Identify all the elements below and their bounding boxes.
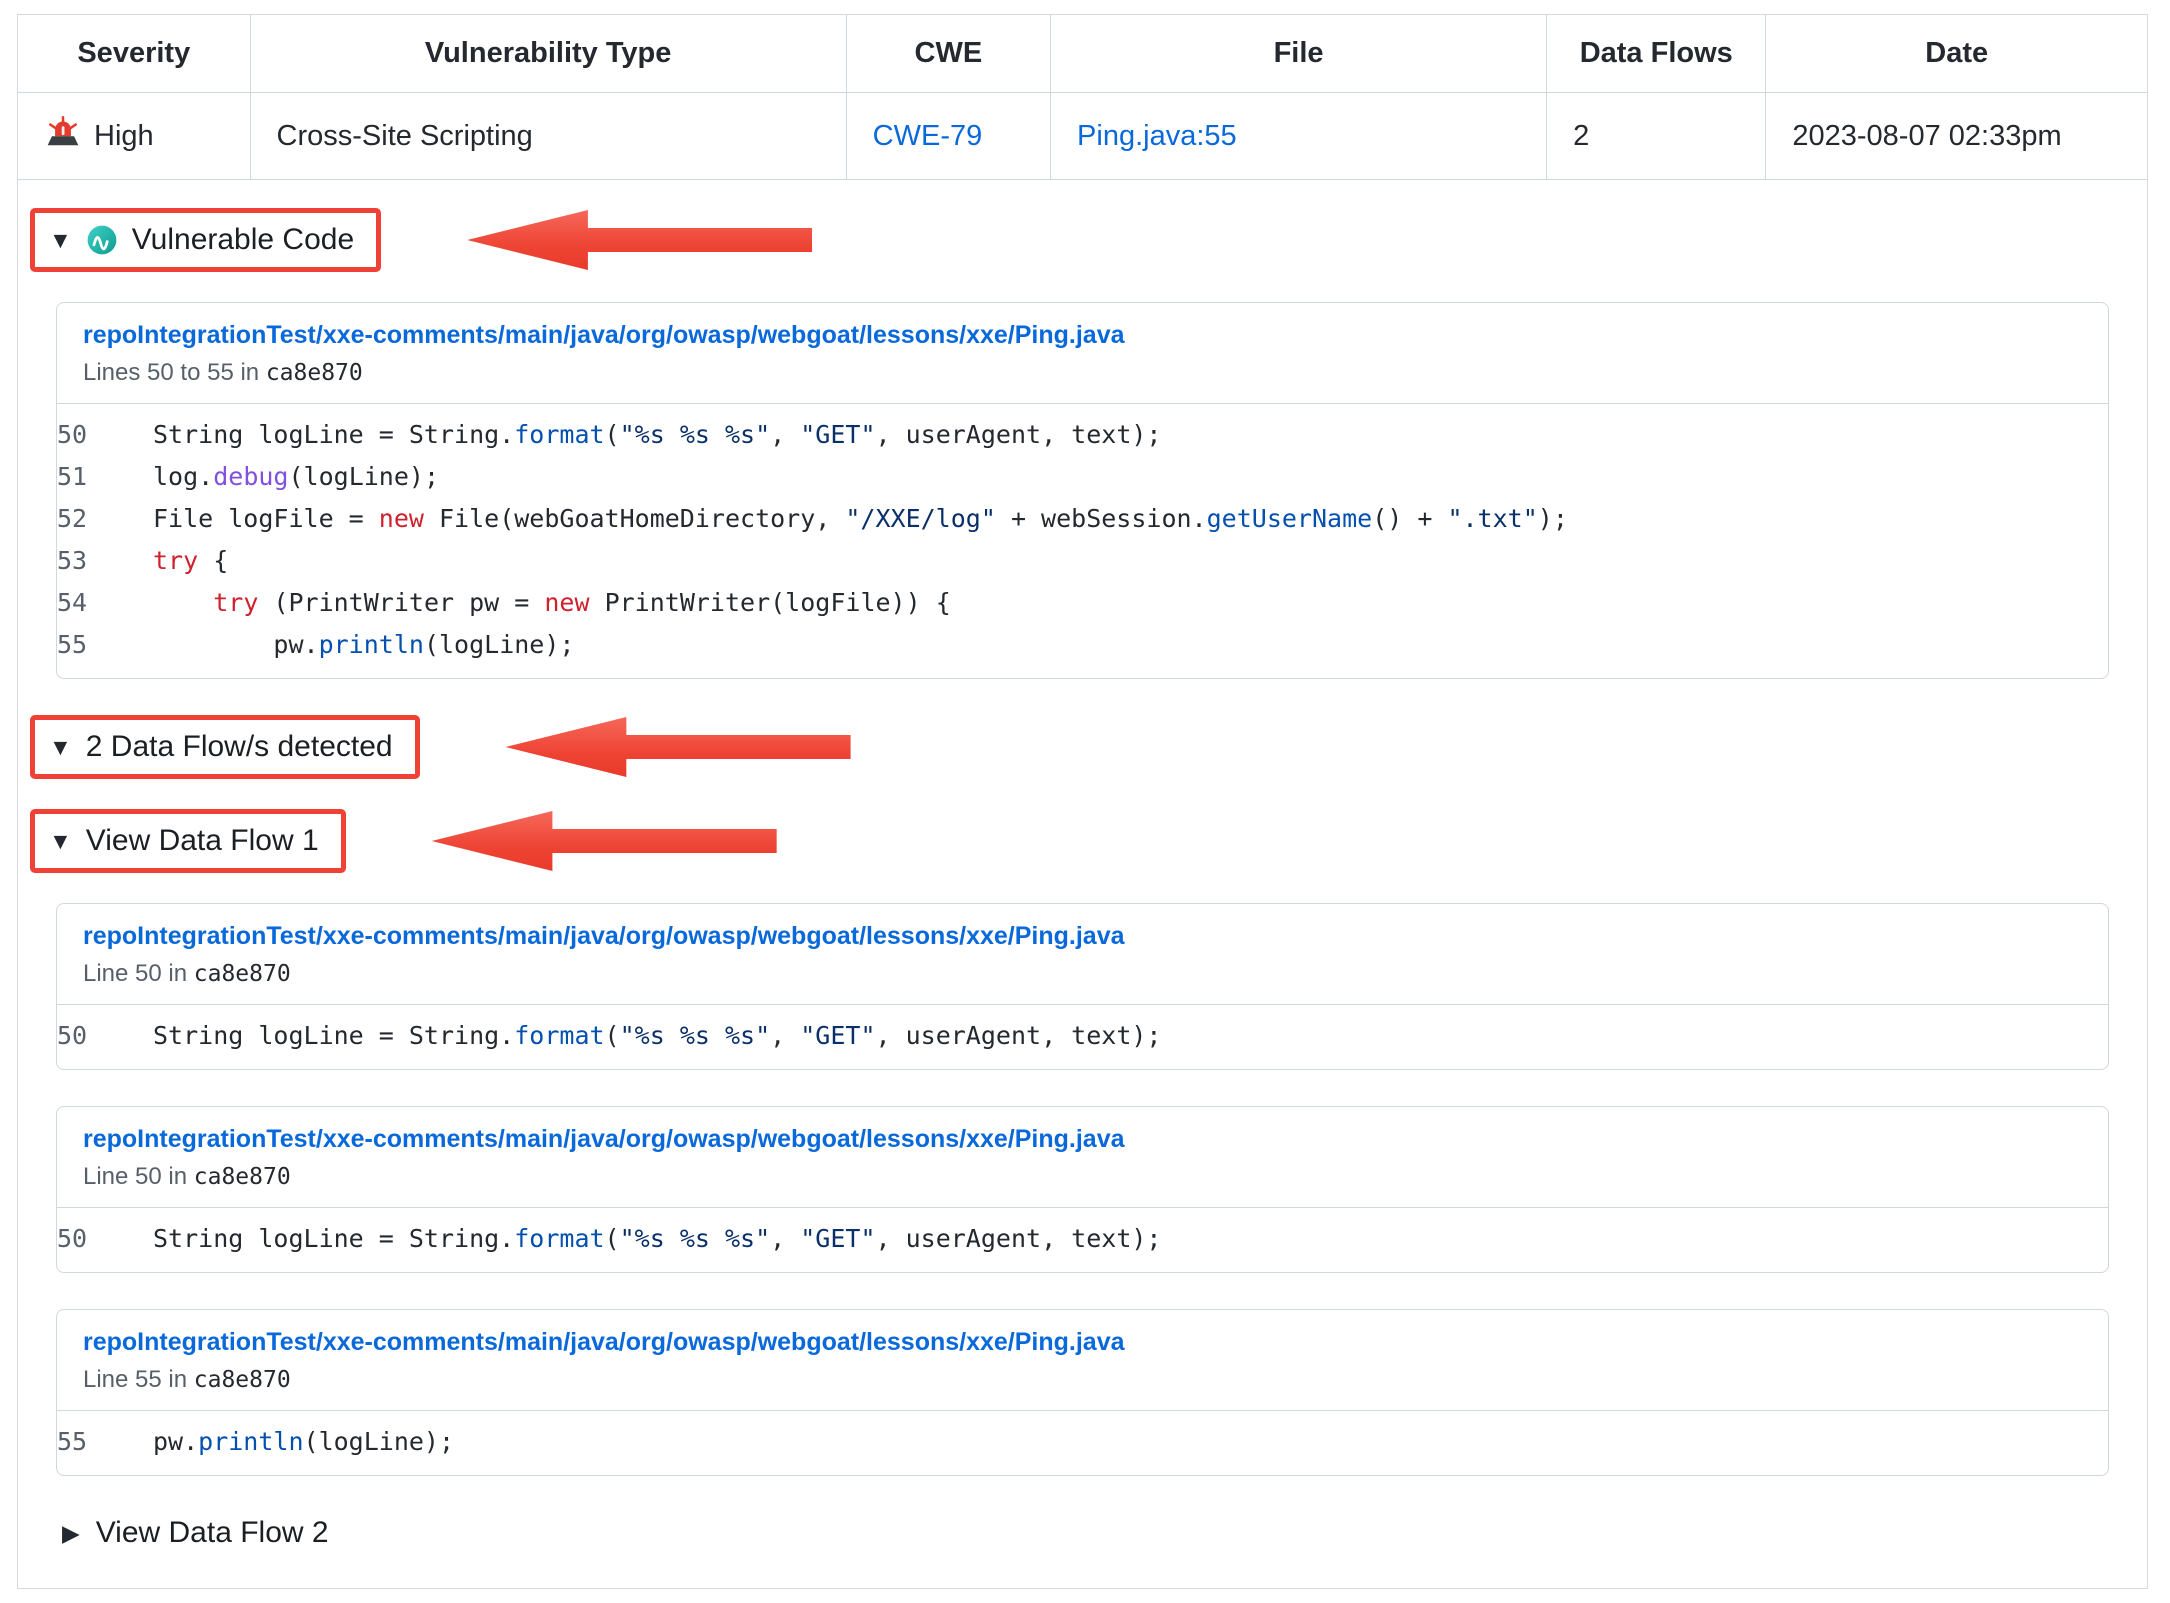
data-flow-step-panel-host: repoIntegrationTest/xxe-comments/main/ja… (56, 1106, 2109, 1273)
column-header-severity: Severity (18, 15, 250, 93)
vulnerability-type-cell: Cross-Site Scripting (250, 93, 846, 180)
file-location-link[interactable]: Ping.java:55 (1077, 120, 1237, 152)
vulnerable-code-section: ▼ Vulnerab (56, 208, 2109, 679)
code-line: File logFile = new File(webGoatHomeDirec… (153, 498, 2108, 540)
view-data-flow-2-toggle[interactable]: ▶ View Data Flow 2 (62, 1516, 2109, 1550)
date-cell: 2023-08-07 02:33pm (1766, 93, 2147, 180)
line-range-label: Lines 50 to 55 in ca8e870 (83, 359, 2082, 387)
vulnerability-report-card: Severity Vulnerability Type CWE File Dat… (17, 14, 2148, 1589)
file-path-link[interactable]: repoIntegrationTest/xxe-comments/main/ja… (83, 922, 1125, 951)
triangle-down-icon: ▼ (49, 830, 72, 853)
view-data-flow-1-label: View Data Flow 1 (86, 824, 319, 858)
snippet-header: repoIntegrationTest/xxe-comments/main/ja… (57, 1107, 2108, 1208)
code-line-row: 50String logLine = String.format("%s %s … (57, 1015, 2108, 1057)
annotation-box: ▼ Vulnerab (30, 208, 381, 272)
severity-value: High (94, 120, 154, 153)
view-data-flow-2-label: View Data Flow 2 (96, 1516, 329, 1550)
severity-cell: High (18, 93, 250, 180)
column-header-file: File (1051, 15, 1547, 93)
file-path-link[interactable]: repoIntegrationTest/xxe-comments/main/ja… (83, 1125, 1125, 1154)
code-line-row: 50String logLine = String.format("%s %s … (57, 414, 2108, 456)
triangle-down-icon: ▼ (49, 736, 72, 759)
line-range-label: Line 50 in ca8e870 (83, 960, 2082, 988)
code-line: log.debug(logLine); (153, 456, 2108, 498)
code-line-row: 51log.debug(logLine); (57, 456, 2108, 498)
code-line: String logLine = String.format("%s %s %s… (153, 1015, 2108, 1057)
triangle-right-icon: ▶ (62, 1522, 80, 1545)
code-line-row: 53try { (57, 540, 2108, 582)
line-number: 50 (57, 414, 153, 456)
commit-hash: ca8e870 (266, 360, 363, 386)
line-number: 54 (57, 582, 153, 624)
line-number: 50 (57, 1218, 153, 1260)
column-header-date: Date (1766, 15, 2147, 93)
annotation-arrow (432, 811, 777, 871)
table-row: High Cross-Site Scripting CWE-79 Ping.ja… (18, 93, 2147, 180)
vulnerable-code-panel-host: repoIntegrationTest/xxe-comments/main/ja… (56, 302, 2109, 679)
code-line: try (PrintWriter pw = new PrintWriter(lo… (153, 582, 2108, 624)
report-body: ▼ Vulnerab (18, 208, 2147, 1588)
rotating-light-icon (44, 113, 82, 159)
snippet-header: repoIntegrationTest/xxe-comments/main/ja… (57, 904, 2108, 1005)
vulnerable-code-label: Vulnerable Code (132, 223, 354, 257)
code-snippet-panel: repoIntegrationTest/xxe-comments/main/ja… (56, 1309, 2109, 1476)
cwe-cell: CWE-79 (846, 93, 1050, 180)
line-range-label: Line 55 in ca8e870 (83, 1366, 2082, 1394)
code-snippet-panel: repoIntegrationTest/xxe-comments/main/ja… (56, 1106, 2109, 1273)
commit-hash: ca8e870 (194, 1367, 291, 1393)
code-snippet-panel: repoIntegrationTest/xxe-comments/main/ja… (56, 903, 2109, 1070)
column-header-cwe: CWE (846, 15, 1050, 93)
view-data-flow-2-section: ▶ View Data Flow 2 (56, 1516, 2109, 1562)
vulnerability-summary-table: Severity Vulnerability Type CWE File Dat… (18, 15, 2147, 180)
snippet-header: repoIntegrationTest/xxe-comments/main/ja… (57, 303, 2108, 404)
file-path-link[interactable]: repoIntegrationTest/xxe-comments/main/ja… (83, 321, 1125, 350)
annotation-box: ▼ View Data Flow 1 (30, 809, 346, 873)
code-line: String logLine = String.format("%s %s %s… (153, 414, 2108, 456)
code-line: try { (153, 540, 2108, 582)
cwe-link[interactable]: CWE-79 (873, 120, 983, 152)
code-line: String logLine = String.format("%s %s %s… (153, 1218, 2108, 1260)
vulnerable-code-toggle[interactable]: ▼ Vulnerab (56, 208, 2109, 272)
code-line: pw.println(logLine); (153, 624, 2108, 666)
data-flow-step-panel-host: repoIntegrationTest/xxe-comments/main/ja… (56, 1309, 2109, 1476)
line-number: 55 (57, 624, 153, 666)
code-line-row: 55pw.println(logLine); (57, 1421, 2108, 1463)
annotation-arrow (467, 210, 812, 270)
code-line-row: 55 pw.println(logLine); (57, 624, 2108, 666)
snippet-header: repoIntegrationTest/xxe-comments/main/ja… (57, 1310, 2108, 1411)
file-cell: Ping.java:55 (1051, 93, 1547, 180)
line-number: 52 (57, 498, 153, 540)
line-number: 50 (57, 1015, 153, 1057)
commit-hash: ca8e870 (194, 961, 291, 987)
mobb-logo-icon (86, 224, 118, 256)
line-range-label: Line 50 in ca8e870 (83, 1163, 2082, 1191)
view-data-flow-1-section: ▼ View Data Flow 1 repoIntegrationTest/x… (56, 809, 2109, 1476)
code-line-row: 50String logLine = String.format("%s %s … (57, 1218, 2108, 1260)
code-snippet-panel: repoIntegrationTest/xxe-comments/main/ja… (56, 302, 2109, 679)
column-header-data-flows: Data Flows (1547, 15, 1766, 93)
line-number: 55 (57, 1421, 153, 1463)
code-line-row: 52File logFile = new File(webGoatHomeDir… (57, 498, 2108, 540)
data-flows-cell: 2 (1547, 93, 1766, 180)
data-flows-label: 2 Data Flow/s detected (86, 730, 393, 764)
code-line: pw.println(logLine); (153, 1421, 2108, 1463)
view-data-flow-1-toggle[interactable]: ▼ View Data Flow 1 (56, 809, 2109, 873)
line-number: 53 (57, 540, 153, 582)
data-flows-section: ▼ 2 Data Flow/s detected ▼ View Data Flo… (56, 715, 2109, 1562)
annotation-arrow (506, 717, 851, 777)
code-line-row: 54 try (PrintWriter pw = new PrintWriter… (57, 582, 2108, 624)
line-number: 51 (57, 456, 153, 498)
file-path-link[interactable]: repoIntegrationTest/xxe-comments/main/ja… (83, 1328, 1125, 1357)
data-flow-step-panel-host: repoIntegrationTest/xxe-comments/main/ja… (56, 903, 2109, 1070)
triangle-down-icon: ▼ (49, 229, 72, 252)
table-header-row: Severity Vulnerability Type CWE File Dat… (18, 15, 2147, 93)
commit-hash: ca8e870 (194, 1164, 291, 1190)
annotation-box: ▼ 2 Data Flow/s detected (30, 715, 420, 779)
column-header-vulnerability-type: Vulnerability Type (250, 15, 846, 93)
data-flows-toggle[interactable]: ▼ 2 Data Flow/s detected (56, 715, 2109, 779)
